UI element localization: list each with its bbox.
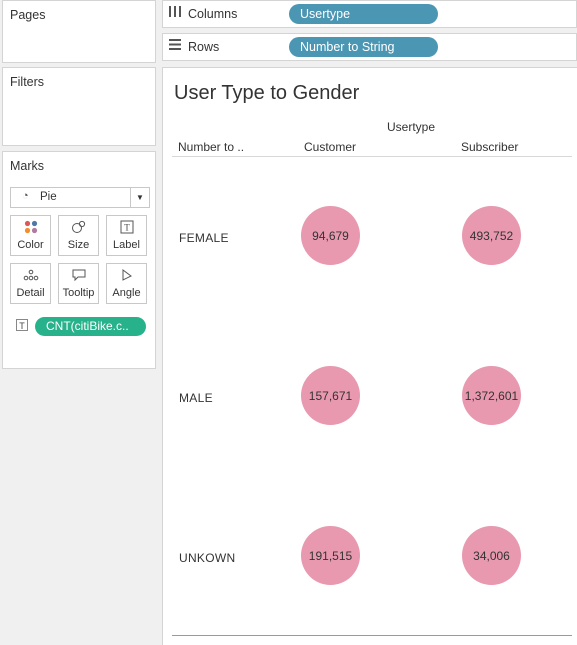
size-card[interactable]: Size xyxy=(58,215,99,256)
row-field-header[interactable]: Number to .. xyxy=(178,140,244,154)
rows-icon xyxy=(169,39,181,53)
detail-icon xyxy=(11,268,50,286)
column-group-header[interactable]: Usertype xyxy=(387,120,435,134)
label-field-pill[interactable]: CNT(citiBike.c.. xyxy=(35,317,146,336)
bottom-divider xyxy=(172,635,572,636)
angle-card-label: Angle xyxy=(112,287,141,299)
pages-title: Pages xyxy=(10,8,46,22)
columns-icon xyxy=(169,6,181,20)
columns-shelf[interactable]: Columns Usertype xyxy=(162,0,577,28)
usertype-pill[interactable]: Usertype xyxy=(289,4,438,24)
detail-card[interactable]: Detail xyxy=(10,263,51,304)
worksheet-view: User Type to Gender Usertype Number to .… xyxy=(162,67,577,645)
pie-mark[interactable]: 493,752 xyxy=(462,206,521,265)
label-card[interactable]: T Label xyxy=(106,215,147,256)
row-label-male[interactable]: MALE xyxy=(179,391,213,405)
chevron-down-icon[interactable]: ▼ xyxy=(130,188,149,207)
pie-mark[interactable]: 191,515 xyxy=(301,526,360,585)
size-card-label: Size xyxy=(67,239,90,251)
worksheet-title[interactable]: User Type to Gender xyxy=(174,82,359,105)
color-icon xyxy=(11,220,50,238)
pie-mark[interactable]: 94,679 xyxy=(301,206,360,265)
tooltip-card-label: Tooltip xyxy=(62,287,95,299)
tooltip-icon xyxy=(59,268,98,286)
tooltip-card[interactable]: Tooltip xyxy=(58,263,99,304)
columns-label: Columns xyxy=(188,7,238,21)
column-header-customer[interactable]: Customer xyxy=(304,140,356,154)
angle-icon xyxy=(107,268,146,286)
detail-card-label: Detail xyxy=(16,287,45,299)
pie-mark[interactable]: 157,671 xyxy=(301,366,360,425)
filters-title: Filters xyxy=(10,75,45,89)
pages-pane[interactable]: Pages xyxy=(2,0,156,63)
mark-type-dropdown[interactable]: ◔ Pie ▼ xyxy=(10,187,150,208)
rows-shelf[interactable]: Rows Number to String xyxy=(162,33,577,61)
filters-pane[interactable]: Filters xyxy=(2,67,156,146)
size-icon xyxy=(59,220,98,238)
svg-text:T: T xyxy=(124,223,130,233)
number-to-string-pill[interactable]: Number to String xyxy=(289,37,438,57)
marks-pane: Marks ◔ Pie ▼ Color Size T Label Detail … xyxy=(2,151,156,369)
row-label-unknown[interactable]: UNKOWN xyxy=(179,551,235,565)
angle-card[interactable]: Angle xyxy=(106,263,147,304)
text-icon: T xyxy=(16,319,28,331)
pie-icon: ◔ xyxy=(22,190,29,202)
row-label-female[interactable]: FEMALE xyxy=(179,231,229,245)
rows-label: Rows xyxy=(188,40,220,54)
marks-title: Marks xyxy=(10,159,45,173)
pie-mark[interactable]: 1,372,601 xyxy=(462,366,521,425)
label-card-label: Label xyxy=(113,239,140,251)
mark-type-label: Pie xyxy=(40,191,57,203)
label-icon: T xyxy=(107,220,146,238)
column-header-subscriber[interactable]: Subscriber xyxy=(461,140,518,154)
color-card-label: Color xyxy=(17,239,44,251)
pie-mark[interactable]: 34,006 xyxy=(462,526,521,585)
header-divider xyxy=(172,156,572,157)
color-card[interactable]: Color xyxy=(10,215,51,256)
